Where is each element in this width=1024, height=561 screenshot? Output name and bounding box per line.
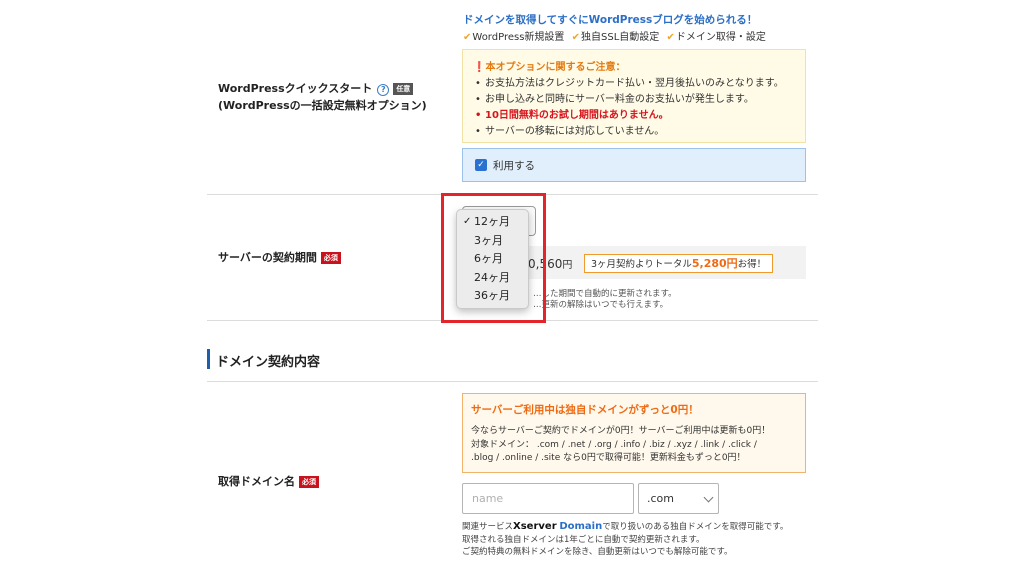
use-option-checkbox[interactable]: ✓ <box>475 159 487 171</box>
period-note-line: …更新の解除はいつでも行えます。 <box>533 300 669 310</box>
notice-item: サーバーの移転には対応していません。 <box>473 124 795 140</box>
wordpress-quickstart-label: WordPressクイックスタート? 任意 (WordPressの一括設定無料オプ… <box>218 80 427 114</box>
domain-name-label: 取得ドメイン名 必須 <box>218 473 319 490</box>
tld-select[interactable]: .com <box>638 483 719 514</box>
feature-item: 独自SSL自動設定 <box>581 32 660 43</box>
savings-badge: 3ヶ月契約よりトータル5,280円お得！ <box>584 254 774 273</box>
notice-title: ❗本オプションに関するご注意： <box>473 62 626 73</box>
feature-item: WordPress新規設置 <box>472 32 565 43</box>
brand-xserver: Xserver <box>513 521 557 532</box>
use-option-label[interactable]: 利用する <box>493 158 535 173</box>
option-notice-box: ❗本オプションに関するご注意： お支払方法はクレジットカード払い・翌月後払いのみ… <box>462 49 806 143</box>
row-divider <box>207 381 818 382</box>
required-badge: 必須 <box>299 476 319 488</box>
wordpress-headline: ドメインを取得してすぐにWordPressブログを始められる！ <box>463 14 758 26</box>
help-icon[interactable]: ? <box>377 84 390 96</box>
domain-name-input[interactable] <box>462 483 634 514</box>
wordpress-label-line2: (WordPressの一括設定無料オプション) <box>218 99 427 112</box>
savings-amount: 5,280円 <box>691 257 738 270</box>
fine-suffix: で取り扱いのある独自ドメインを取得可能です。 <box>602 522 789 532</box>
highlight-annotation-box <box>441 193 546 323</box>
feature-item: ドメイン取得・設定 <box>675 32 766 43</box>
domain-section-title: ドメイン契約内容 <box>216 355 321 370</box>
fine-prefix: 関連サービス <box>462 522 514 532</box>
domain-fine-print: 関連サービスXserver Domainで取り扱いのある独自ドメインを取得可能で… <box>462 520 788 532</box>
contract-period-text: サーバーの契約期間 <box>218 251 317 264</box>
savings-suffix: お得！ <box>737 259 767 270</box>
required-badge: 必須 <box>320 252 341 264</box>
domain-fine-print-line: ご契約特典の無料ドメインを除き、自動更新はいつでも解除可能です。 <box>462 547 733 557</box>
promo-title: サーバーご利用中は独自ドメインがずっと0円！ <box>471 404 699 416</box>
check-icon: ✔ <box>666 32 675 43</box>
tld-selected-value: .com <box>647 492 674 505</box>
domain-promo-box: サーバーご利用中は独自ドメインがずっと0円！ 今ならサーバーご契約でドメインが0… <box>462 393 806 473</box>
domain-fine-print-line: 取得される独自ドメインは1年ごとに自動で契約更新されます。 <box>462 535 705 545</box>
promo-line: .blog / .online / .site なら0円で取得可能！更新料金もず… <box>471 453 746 463</box>
promo-line: 今ならサーバーご契約でドメインが0円！サーバーご利用中は更新も0円！ <box>471 426 771 436</box>
check-icon: ✔ <box>463 32 472 43</box>
use-option-box[interactable]: ✓ 利用する <box>462 148 806 182</box>
notice-item: お申し込みと同時にサーバー料金のお支払いが発生します。 <box>473 92 795 108</box>
notice-list: お支払方法はクレジットカード払い・翌月後払いのみとなります。 お申し込みと同時に… <box>473 76 795 140</box>
optional-badge: 任意 <box>393 83 414 95</box>
notice-item-warning: 10日間無料のお試し期間はありません。 <box>473 108 795 124</box>
notice-item: お支払方法はクレジットカード払い・翌月後払いのみとなります。 <box>473 76 795 92</box>
chevron-down-icon <box>703 492 714 503</box>
promo-line: 対象ドメイン： .com / .net / .org / .info / .bi… <box>471 439 757 450</box>
check-icon: ✔ <box>571 32 580 43</box>
domain-name-text: 取得ドメイン名 <box>218 475 295 488</box>
wordpress-label-line1: WordPressクイックスタート <box>218 82 373 95</box>
wordpress-features: ✔WordPress新規設置 ✔独自SSL自動設定 ✔ドメイン取得・設定 <box>463 28 770 43</box>
brand-domain: Domain <box>559 521 603 532</box>
section-heading-bar <box>207 349 210 369</box>
price-unit: 円 <box>562 260 573 271</box>
contract-period-label: サーバーの契約期間 必須 <box>218 249 341 266</box>
savings-prefix: 3ヶ月契約よりトータル <box>591 259 692 270</box>
